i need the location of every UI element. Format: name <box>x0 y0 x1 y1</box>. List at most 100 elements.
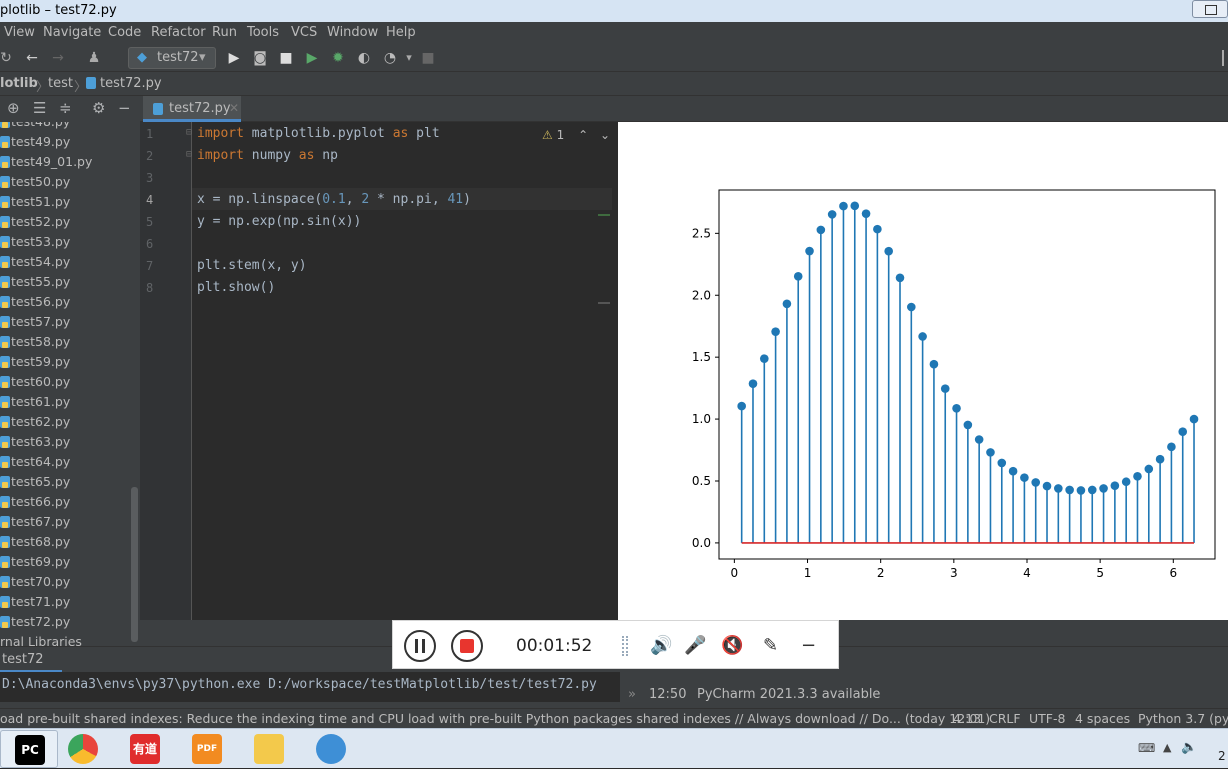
x-tick-label: 0 <box>731 566 739 580</box>
tray-expand-icon[interactable]: ▲ <box>1163 741 1171 754</box>
expand-all-icon[interactable]: ☰ <box>33 99 46 117</box>
python-file-icon <box>0 122 10 128</box>
chevron-down-icon: ▾ <box>199 50 206 65</box>
status-indent[interactable]: 4 spaces <box>1075 711 1130 726</box>
forward-arrow-icon[interactable]: → <box>48 48 68 68</box>
tree-item-label: test55.py <box>11 274 71 289</box>
main-toolbar: ↻ ← → ♟ ◆ test72 ▾ ▶ ◙ ■ ▶ ✹ ◐ ◔ ▾ ■ <box>0 44 1228 72</box>
run-console[interactable]: D:\Anaconda3\envs\py37\python.exe D:/wor… <box>0 672 620 702</box>
fold-icon[interactable]: ⊟ <box>186 127 192 138</box>
profile-icon[interactable]: ◔ <box>380 48 400 68</box>
menu-tools[interactable]: Tools <box>247 25 279 40</box>
python-file-icon <box>0 156 10 168</box>
breadcrumb-file[interactable]: test72.py <box>100 76 162 91</box>
locate-icon[interactable]: ⊕ <box>7 99 20 117</box>
taskbar-youdao[interactable]: 有道 <box>116 730 174 768</box>
python-file-icon <box>0 136 10 148</box>
warning-icon: ⚠ <box>542 128 553 142</box>
stem-marker <box>997 458 1007 468</box>
notification-text[interactable]: PyCharm 2021.3.3 available <box>697 687 880 702</box>
stop-gray-icon[interactable]: ■ <box>418 48 438 68</box>
notification-area: » 12:50 PyCharm 2021.3.3 available <box>620 672 1228 708</box>
clock-partial[interactable]: 2 <box>1218 749 1226 763</box>
taskbar-pycharm[interactable]: PC <box>0 730 58 768</box>
stem-marker <box>1144 464 1154 474</box>
hide-icon[interactable]: − <box>118 99 131 117</box>
gear-icon[interactable]: ⚙ <box>92 99 105 117</box>
y-tick-label: 2.0 <box>692 288 711 302</box>
status-position[interactable]: 4:13 <box>953 711 981 726</box>
fold-icon[interactable]: ⊟ <box>186 149 192 160</box>
tree-scrollbar[interactable] <box>131 487 138 642</box>
status-message[interactable]: oad pre-built shared indexes: Reduce the… <box>0 711 990 726</box>
volume-icon[interactable]: 🔈 <box>1181 740 1197 755</box>
close-icon[interactable]: ✕ <box>229 101 239 115</box>
drag-handle[interactable] <box>622 636 628 656</box>
taskbar-chrome[interactable] <box>54 730 112 768</box>
mute-icon[interactable]: 🔇 <box>721 635 743 656</box>
taskbar-explorer[interactable] <box>240 730 298 768</box>
status-line-separator[interactable]: CRLF <box>989 711 1021 726</box>
system-tray: ⌨ ▲ 🔈 2 <box>1118 729 1228 769</box>
menu-code[interactable]: Code <box>108 25 141 40</box>
notification-chevron[interactable]: » <box>628 687 636 702</box>
stem-chart: 0 1 2 3 4 5 6 0.0 0.5 1.0 1.5 2.0 2.5 <box>692 189 1216 580</box>
stem-marker <box>1065 485 1074 495</box>
collapse-all-icon[interactable]: ≑ <box>59 99 72 117</box>
breadcrumb-folder[interactable]: test <box>48 76 73 91</box>
x-tick-label: 4 <box>1023 566 1031 580</box>
stem-marker <box>1155 454 1165 464</box>
keyboard-icon[interactable]: ⌨ <box>1138 741 1155 755</box>
stem-marker <box>963 420 973 430</box>
run-icon[interactable]: ▶ <box>224 48 244 68</box>
menu-window[interactable]: Window <box>327 25 378 40</box>
tree-item-label: test69.py <box>11 554 71 569</box>
pen-icon[interactable]: ✎ <box>763 635 778 656</box>
tree-item-label: test66.py <box>11 494 71 509</box>
menu-help[interactable]: Help <box>386 25 416 40</box>
minimize-icon[interactable]: − <box>801 635 816 656</box>
status-interpreter[interactable]: Python 3.7 (py3 <box>1138 711 1228 726</box>
prev-issue-icon[interactable]: ⌃ <box>578 128 588 142</box>
breadcrumb-project[interactable]: lotlib <box>0 76 38 91</box>
python-file-icon <box>0 196 10 208</box>
stem-marker <box>884 246 893 256</box>
editor-tab-bar: test72.py ✕ <box>140 96 1228 122</box>
debug-icon[interactable]: ✹ <box>328 48 348 68</box>
status-encoding[interactable]: UTF-8 <box>1029 711 1065 726</box>
next-issue-icon[interactable]: ⌄ <box>600 128 610 142</box>
stop-recording-button[interactable] <box>451 630 483 662</box>
coverage-icon[interactable]: ◐ <box>354 48 374 68</box>
stop-icon[interactable]: ■ <box>276 48 296 68</box>
stem-marker <box>748 379 758 388</box>
maximize-button[interactable] <box>1192 0 1228 18</box>
user-icon[interactable]: ♟ <box>84 48 104 68</box>
menu-view[interactable]: View <box>4 25 35 40</box>
chevron-down-icon[interactable]: ▾ <box>399 48 419 68</box>
menu-navigate[interactable]: Navigate <box>43 25 101 40</box>
sync-icon[interactable]: ↻ <box>0 48 16 68</box>
run-green-icon[interactable]: ▶ <box>302 48 322 68</box>
run-tab[interactable]: test72 <box>0 647 62 673</box>
run-config-dropdown[interactable]: ◆ test72 ▾ <box>128 47 216 69</box>
menu-refactor[interactable]: Refactor <box>151 25 206 40</box>
python-file-icon <box>0 256 10 268</box>
line-number: 4 <box>146 193 154 207</box>
taskbar-camera[interactable] <box>302 730 360 768</box>
python-icon: ◆ <box>137 50 147 65</box>
speaker-icon[interactable]: 🔊 <box>650 635 672 656</box>
run-coverage-icon[interactable]: ◙ <box>250 48 270 68</box>
menu-vcs[interactable]: VCS <box>291 25 317 40</box>
code-editor[interactable]: 1 2 3 4 5 6 7 8 ⊟ ⊟ import matplotlib.py… <box>140 122 618 620</box>
pause-button[interactable] <box>404 630 436 662</box>
tree-item-label: test70.py <box>11 574 71 589</box>
tab-test72[interactable]: test72.py ✕ <box>143 96 241 122</box>
stem-marker <box>1133 471 1142 481</box>
python-file-icon <box>0 516 10 528</box>
taskbar-pdf[interactable]: PDF <box>178 730 236 768</box>
inspection-widget[interactable]: ⚠ 1 ⌃ ⌄ <box>542 128 610 142</box>
y-tick-label: 2.5 <box>692 226 711 240</box>
microphone-icon[interactable]: 🎤 <box>684 635 706 656</box>
menu-run[interactable]: Run <box>212 25 237 40</box>
back-arrow-icon[interactable]: ← <box>22 48 42 68</box>
